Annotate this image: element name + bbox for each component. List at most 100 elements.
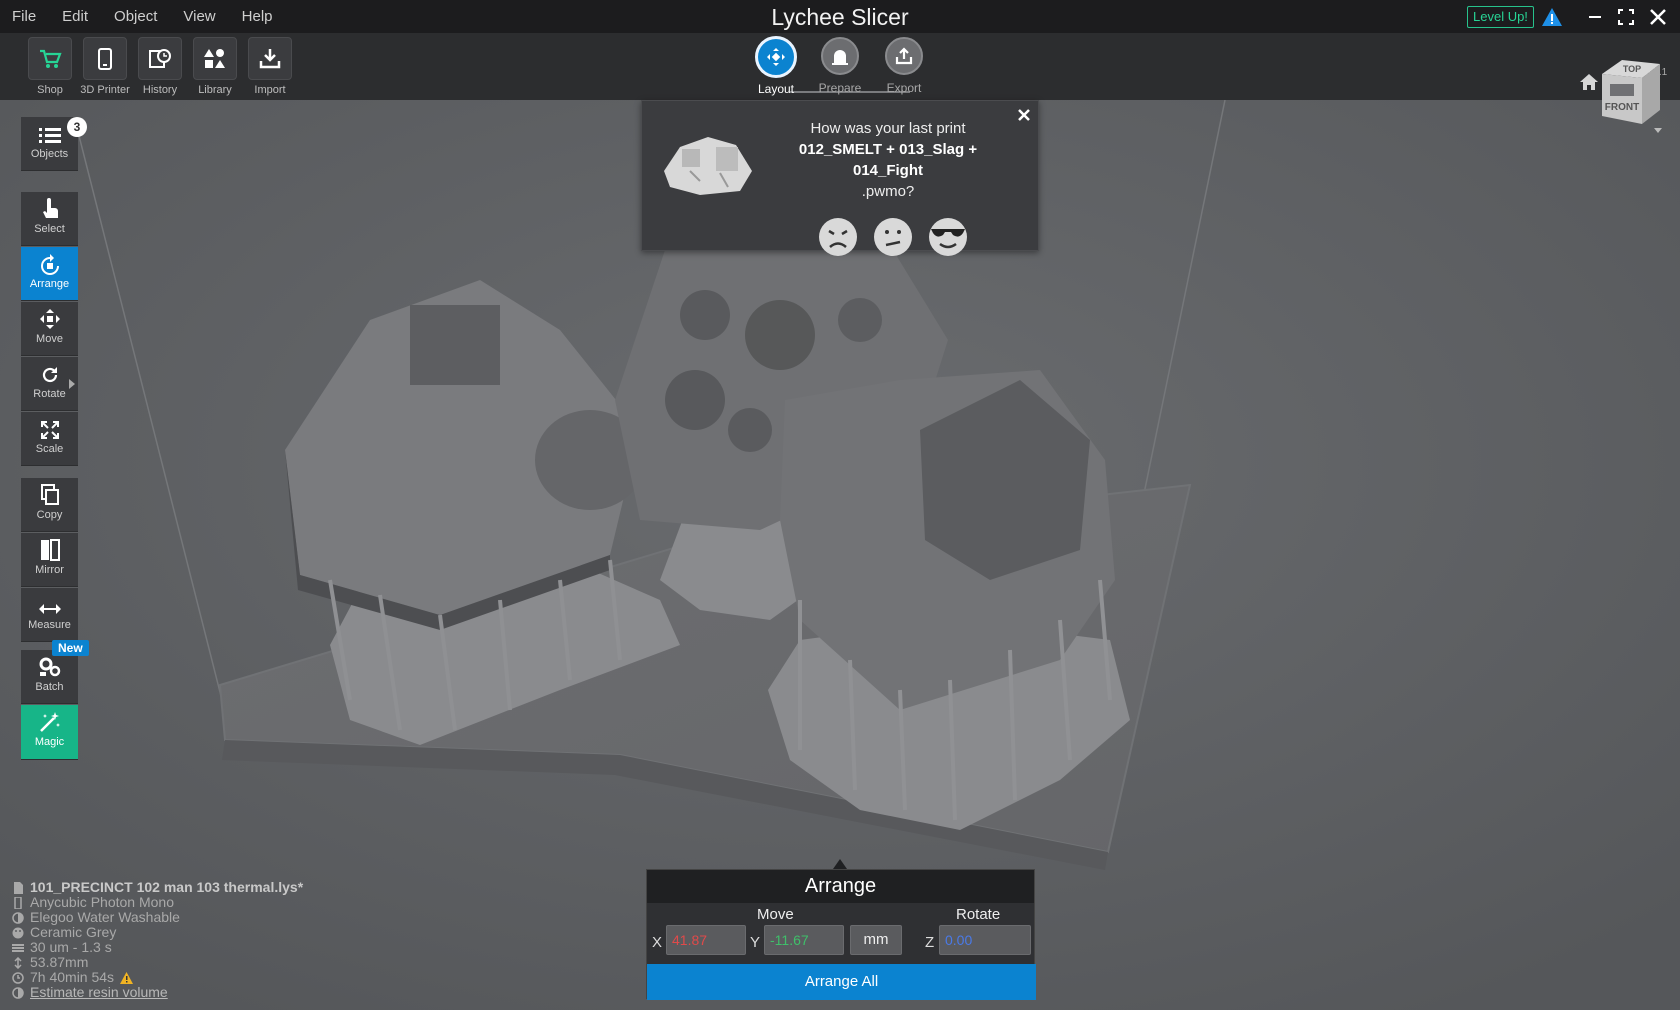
y-axis-label: Y	[750, 934, 761, 951]
shop-button[interactable]: Shop	[28, 37, 72, 96]
objects-count-badge: 3	[67, 117, 87, 137]
measure-tool[interactable]: Measure	[21, 588, 78, 642]
copy-icon	[40, 484, 59, 505]
home-icon[interactable]	[1578, 71, 1600, 93]
scale-icon	[40, 421, 59, 439]
close-icon[interactable]	[1645, 4, 1671, 30]
z-axis-label: Z	[925, 934, 935, 951]
import-button[interactable]: Import	[248, 37, 292, 96]
step-prepare[interactable]: Prepare	[810, 37, 870, 95]
feedback-file-line1: 012_SMELT + 013_Slag +	[798, 141, 978, 158]
select-label: Select	[34, 223, 65, 235]
scale-label: Scale	[35, 443, 64, 455]
menu-object[interactable]: Object	[101, 0, 170, 33]
mirror-icon	[40, 539, 60, 561]
file-icon	[14, 881, 23, 894]
warning-icon[interactable]	[1541, 7, 1563, 27]
move-tool[interactable]: Move	[21, 302, 78, 356]
neutral-face-icon[interactable]	[873, 217, 913, 257]
magic-wand-icon	[39, 712, 60, 732]
view-cube-top-label: TOP	[1623, 64, 1641, 74]
copy-label: Copy	[36, 509, 63, 521]
expand-arrow-icon[interactable]	[69, 379, 75, 389]
info-printer: Anycubic Photon Mono	[30, 894, 174, 910]
resin-icon	[12, 911, 24, 924]
time-warning-icon[interactable]	[120, 971, 134, 984]
print-feedback-popup: How was your last print 012_SMELT + 013_…	[641, 100, 1039, 256]
step-prepare-label: Prepare	[818, 81, 862, 95]
pointer-hand-icon	[42, 198, 58, 218]
objects-label: Objects	[30, 148, 69, 160]
3d-printer-button[interactable]: 3D Printer	[80, 37, 130, 96]
move-y-input[interactable]	[764, 925, 844, 955]
move-icon	[39, 309, 60, 329]
unit-toggle-button[interactable]: mm	[850, 925, 902, 955]
mirror-tool[interactable]: Mirror	[21, 533, 78, 587]
rotate-z-input[interactable]	[939, 925, 1031, 955]
layers-icon	[12, 943, 24, 952]
step-export-label: Export	[886, 81, 922, 95]
history-button[interactable]: History	[138, 37, 182, 96]
step-layout[interactable]: Layout	[746, 36, 806, 96]
layout-icon	[767, 48, 785, 66]
arrange-panel-pointer	[833, 859, 847, 869]
clock-icon	[12, 971, 24, 984]
export-icon	[895, 47, 913, 65]
menu-edit[interactable]: Edit	[49, 0, 101, 33]
minimize-icon[interactable]	[1582, 4, 1608, 30]
arrange-rotate-label: Rotate	[956, 906, 1001, 923]
prepare-icon	[832, 50, 848, 65]
cart-icon	[40, 49, 62, 68]
menu-file[interactable]: File	[0, 0, 49, 33]
cool-face-icon[interactable]	[928, 217, 968, 257]
info-layer: 30 um - 1.3 s	[30, 939, 112, 955]
arrange-tool[interactable]: Arrange	[21, 247, 78, 301]
info-resin: Elegoo Water Washable	[30, 909, 180, 925]
info-filename: 101_PRECINCT 102 man 103 thermal.lys*	[30, 879, 304, 895]
menu-view[interactable]: View	[170, 0, 228, 33]
close-popup-icon[interactable]	[1016, 107, 1032, 123]
arrange-title: Arrange	[647, 870, 1034, 903]
mirror-label: Mirror	[35, 564, 64, 576]
menu-help[interactable]: Help	[229, 0, 286, 33]
magic-label: Magic	[34, 736, 65, 748]
move-label: Move	[36, 333, 63, 345]
estimate-resin-link[interactable]: Estimate resin volume	[30, 985, 168, 1000]
batch-tool[interactable]: Batch	[21, 650, 78, 704]
step-export[interactable]: Export	[874, 37, 934, 95]
select-tool[interactable]: Select	[21, 192, 78, 246]
import-label: Import	[254, 84, 286, 96]
view-cube[interactable]: TOP FRONT	[1598, 54, 1664, 134]
height-icon	[14, 956, 22, 969]
rotate-icon	[42, 367, 57, 383]
import-icon	[259, 48, 281, 68]
info-color: Ceramic Grey	[30, 924, 117, 940]
feedback-extension: .pwmo?	[861, 183, 915, 200]
printer-icon	[98, 47, 112, 70]
arrange-move-label: Move	[757, 906, 794, 923]
arrange-all-button[interactable]: Arrange All	[647, 964, 1036, 1000]
scale-tool[interactable]: Scale	[21, 412, 78, 466]
arrange-panel: Arrange Move Rotate X Y mm Z Arrange All	[646, 869, 1036, 1000]
feedback-message: How was your last print 012_SMELT + 013_…	[772, 118, 1004, 202]
model-right	[768, 370, 1130, 830]
file-info-panel: 101_PRECINCT 102 man 103 thermal.lys* An…	[12, 880, 303, 1000]
main-toolbar: Shop 3D Printer History Library Import L…	[0, 33, 1680, 100]
maximize-icon[interactable]	[1613, 4, 1639, 30]
sad-face-icon[interactable]	[818, 217, 858, 257]
library-button[interactable]: Library	[193, 37, 237, 96]
x-axis-label: X	[652, 934, 663, 951]
measure-label: Measure	[28, 619, 71, 631]
rotate-label: Rotate	[33, 388, 66, 400]
arrange-icon	[40, 254, 59, 275]
list-icon	[38, 128, 61, 143]
copy-tool[interactable]: Copy	[21, 478, 78, 532]
feedback-question: How was your last print	[810, 120, 966, 137]
print-thumbnail	[664, 137, 752, 195]
info-time: 7h 40min 54s	[30, 969, 115, 985]
magic-tool[interactable]: Magic	[21, 705, 78, 760]
rotate-tool[interactable]: Rotate	[21, 357, 78, 411]
move-x-input[interactable]	[666, 925, 746, 955]
level-up-button[interactable]: Level Up!	[1467, 6, 1534, 28]
step-layout-label: Layout	[757, 82, 795, 96]
